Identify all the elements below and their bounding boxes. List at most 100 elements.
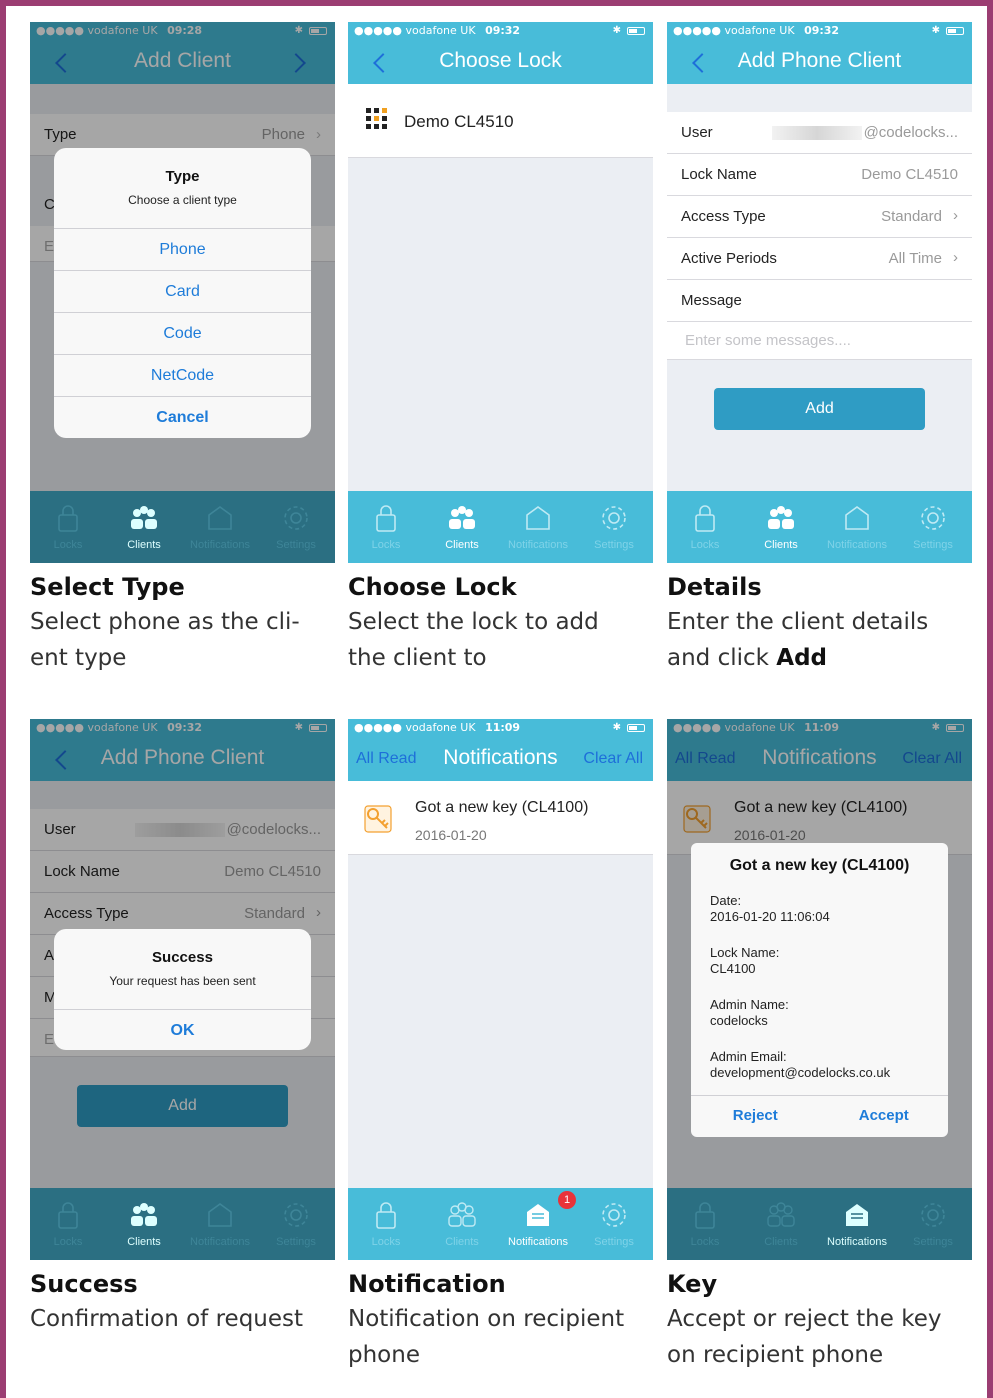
tab-settings[interactable]: Settings [258,491,334,563]
reject-button[interactable]: Reject [691,1095,820,1137]
envelope-icon [527,1204,549,1226]
codelocks-logo-icon [366,108,387,129]
message-row: Message [667,280,972,322]
gear-icon [602,1203,626,1227]
access-type-row[interactable]: Access Type Standard › [667,196,972,238]
tab-notifications[interactable]: Notifications [182,1188,258,1260]
caption-title: Success [30,1270,138,1298]
tab-settings[interactable]: Settings [895,1188,971,1260]
nav-bar: Choose Lock [348,40,653,84]
tab-clients[interactable]: Clients [424,491,500,563]
tab-clients[interactable]: Clients [743,1188,819,1260]
lock-list-item[interactable]: Demo CL4510 [348,84,653,158]
clients-icon [131,1203,157,1226]
nav-title: Notifications [443,746,558,769]
add-button[interactable]: Add [714,388,925,430]
tab-notifications[interactable]: Notifications [500,491,576,563]
tab-locks[interactable]: Locks [30,491,106,563]
alert-message: Your request has been sent [109,974,256,988]
cancel-button[interactable]: Cancel [54,396,311,438]
option-code[interactable]: Code [54,312,311,354]
envelope-icon [845,506,869,530]
lock-icon [58,1202,78,1229]
dialog-field: Date: 2016-01-20 11:06:04 [710,893,830,924]
caption: Success Confirmation of request [30,1270,335,1337]
tab-settings[interactable]: Settings [576,1188,652,1260]
caption-title: Key [667,1270,718,1298]
envelope-icon [526,506,550,530]
tab-clients[interactable]: Clients [106,491,182,563]
panel-notification: ●●●●● vodafone UK 11:09 ✱ All Read Notifi… [348,719,653,1373]
phone-screen: ●●●●● vodafone UK 09:32 ✱ Choose Lock Dem… [348,22,653,563]
tab-settings[interactable]: Settings [576,491,652,563]
tab-clients[interactable]: Clients [106,1188,182,1260]
lock-icon [376,505,396,532]
user-row[interactable]: User @codelocks... [667,112,972,154]
message-input[interactable]: Enter some messages.... [667,322,972,360]
panel-choose-lock: ●●●●● vodafone UK 09:32 ✱ Choose Lock Dem… [348,22,653,676]
tab-settings[interactable]: Settings [258,1188,334,1260]
gear-icon [284,506,308,530]
notification-badge: 1 [558,1191,576,1209]
lock-icon [695,1202,715,1229]
option-phone[interactable]: Phone [54,228,311,270]
dialog-field: Admin Name: codelocks [710,997,789,1028]
active-periods-row[interactable]: Active Periods All Time › [667,238,972,280]
key-icon [364,805,392,833]
caption-desc: Notification on recipient phone [348,1306,625,1368]
notification-date: 2016-01-20 [415,827,487,843]
panel-select-type: ●●●●● vodafone UK 09:28 ✱ Add Client Type… [30,22,335,676]
tab-settings[interactable]: Settings [895,491,971,563]
tab-locks[interactable]: Locks [667,491,743,563]
chevron-right-icon: › [953,249,958,266]
tab-notifications[interactable]: Notifications [819,491,895,563]
tab-bar: Locks Clients Notifications Settings [348,491,653,563]
status-bar: ●●●●● vodafone UK 09:32 ✱ [667,22,972,40]
clients-icon [767,1202,795,1227]
panel-key: ●●●●● vodafone UK 11:09 ✱ All Read Notifi… [667,719,972,1373]
tab-notifications[interactable]: Notifications [182,491,258,563]
phone-screen: ●●●●● vodafone UK 09:32 ✱ Add Phone Clien… [667,22,972,563]
sheet-subtitle: Choose a client type [128,193,237,207]
ok-button[interactable]: OK [54,1009,311,1051]
accept-button[interactable]: Accept [820,1095,949,1137]
envelope-icon [846,1204,868,1226]
tab-clients[interactable]: Clients [743,491,819,563]
phone-screen: ●●●●● vodafone UK 11:09 ✱ All Read Notifi… [667,719,972,1260]
tab-locks[interactable]: Locks [667,1188,743,1260]
tab-locks[interactable]: Locks [348,491,424,563]
alert-title: Success [152,949,213,966]
caption-title: Details [667,573,762,601]
caption: Choose Lock Select the lock to add the c… [348,573,653,676]
tab-locks[interactable]: Locks [30,1188,106,1260]
gear-icon [921,1203,945,1227]
caption: Notification Notification on recipient p… [348,1270,653,1373]
option-card[interactable]: Card [54,270,311,312]
gear-icon [284,1203,308,1227]
clients-icon [768,506,794,529]
nav-title: Add Phone Client [737,49,902,72]
caption-desc: Select phone as the cli- ent type [30,609,300,671]
clear-all-button[interactable]: Clear All [583,750,643,768]
clients-icon [448,1202,476,1227]
nav-title: Choose Lock [439,49,562,72]
notification-title: Got a new key (CL4100) [415,799,589,816]
clients-icon [131,506,157,529]
tab-notifications[interactable]: Notifications [819,1188,895,1260]
panel-details: ●●●●● vodafone UK 09:32 ✱ Add Phone Clien… [667,22,972,676]
caption-title: Notification [348,1270,506,1298]
tab-bar: Locks Clients Notifications 1 Settings [348,1188,653,1260]
phone-screen: ●●●●● vodafone UK 11:09 ✱ All Read Notifi… [348,719,653,1260]
sheet-title: Type [165,168,200,185]
caption-title: Choose Lock [348,573,517,601]
redacted-user [772,126,862,140]
caption: Key Accept or reject the key on recipien… [667,1270,972,1373]
notification-item[interactable]: Got a new key (CL4100) 2016-01-20 [348,781,653,855]
caption: Details Enter the client details and cli… [667,573,972,676]
dialog-field: Lock Name: CL4100 [710,945,780,976]
option-netcode[interactable]: NetCode [54,354,311,396]
tab-locks[interactable]: Locks [348,1188,424,1260]
tab-bar: Locks Clients Notifications Settings [30,1188,335,1260]
caption-title: Select Type [30,573,185,601]
tab-clients[interactable]: Clients [424,1188,500,1260]
